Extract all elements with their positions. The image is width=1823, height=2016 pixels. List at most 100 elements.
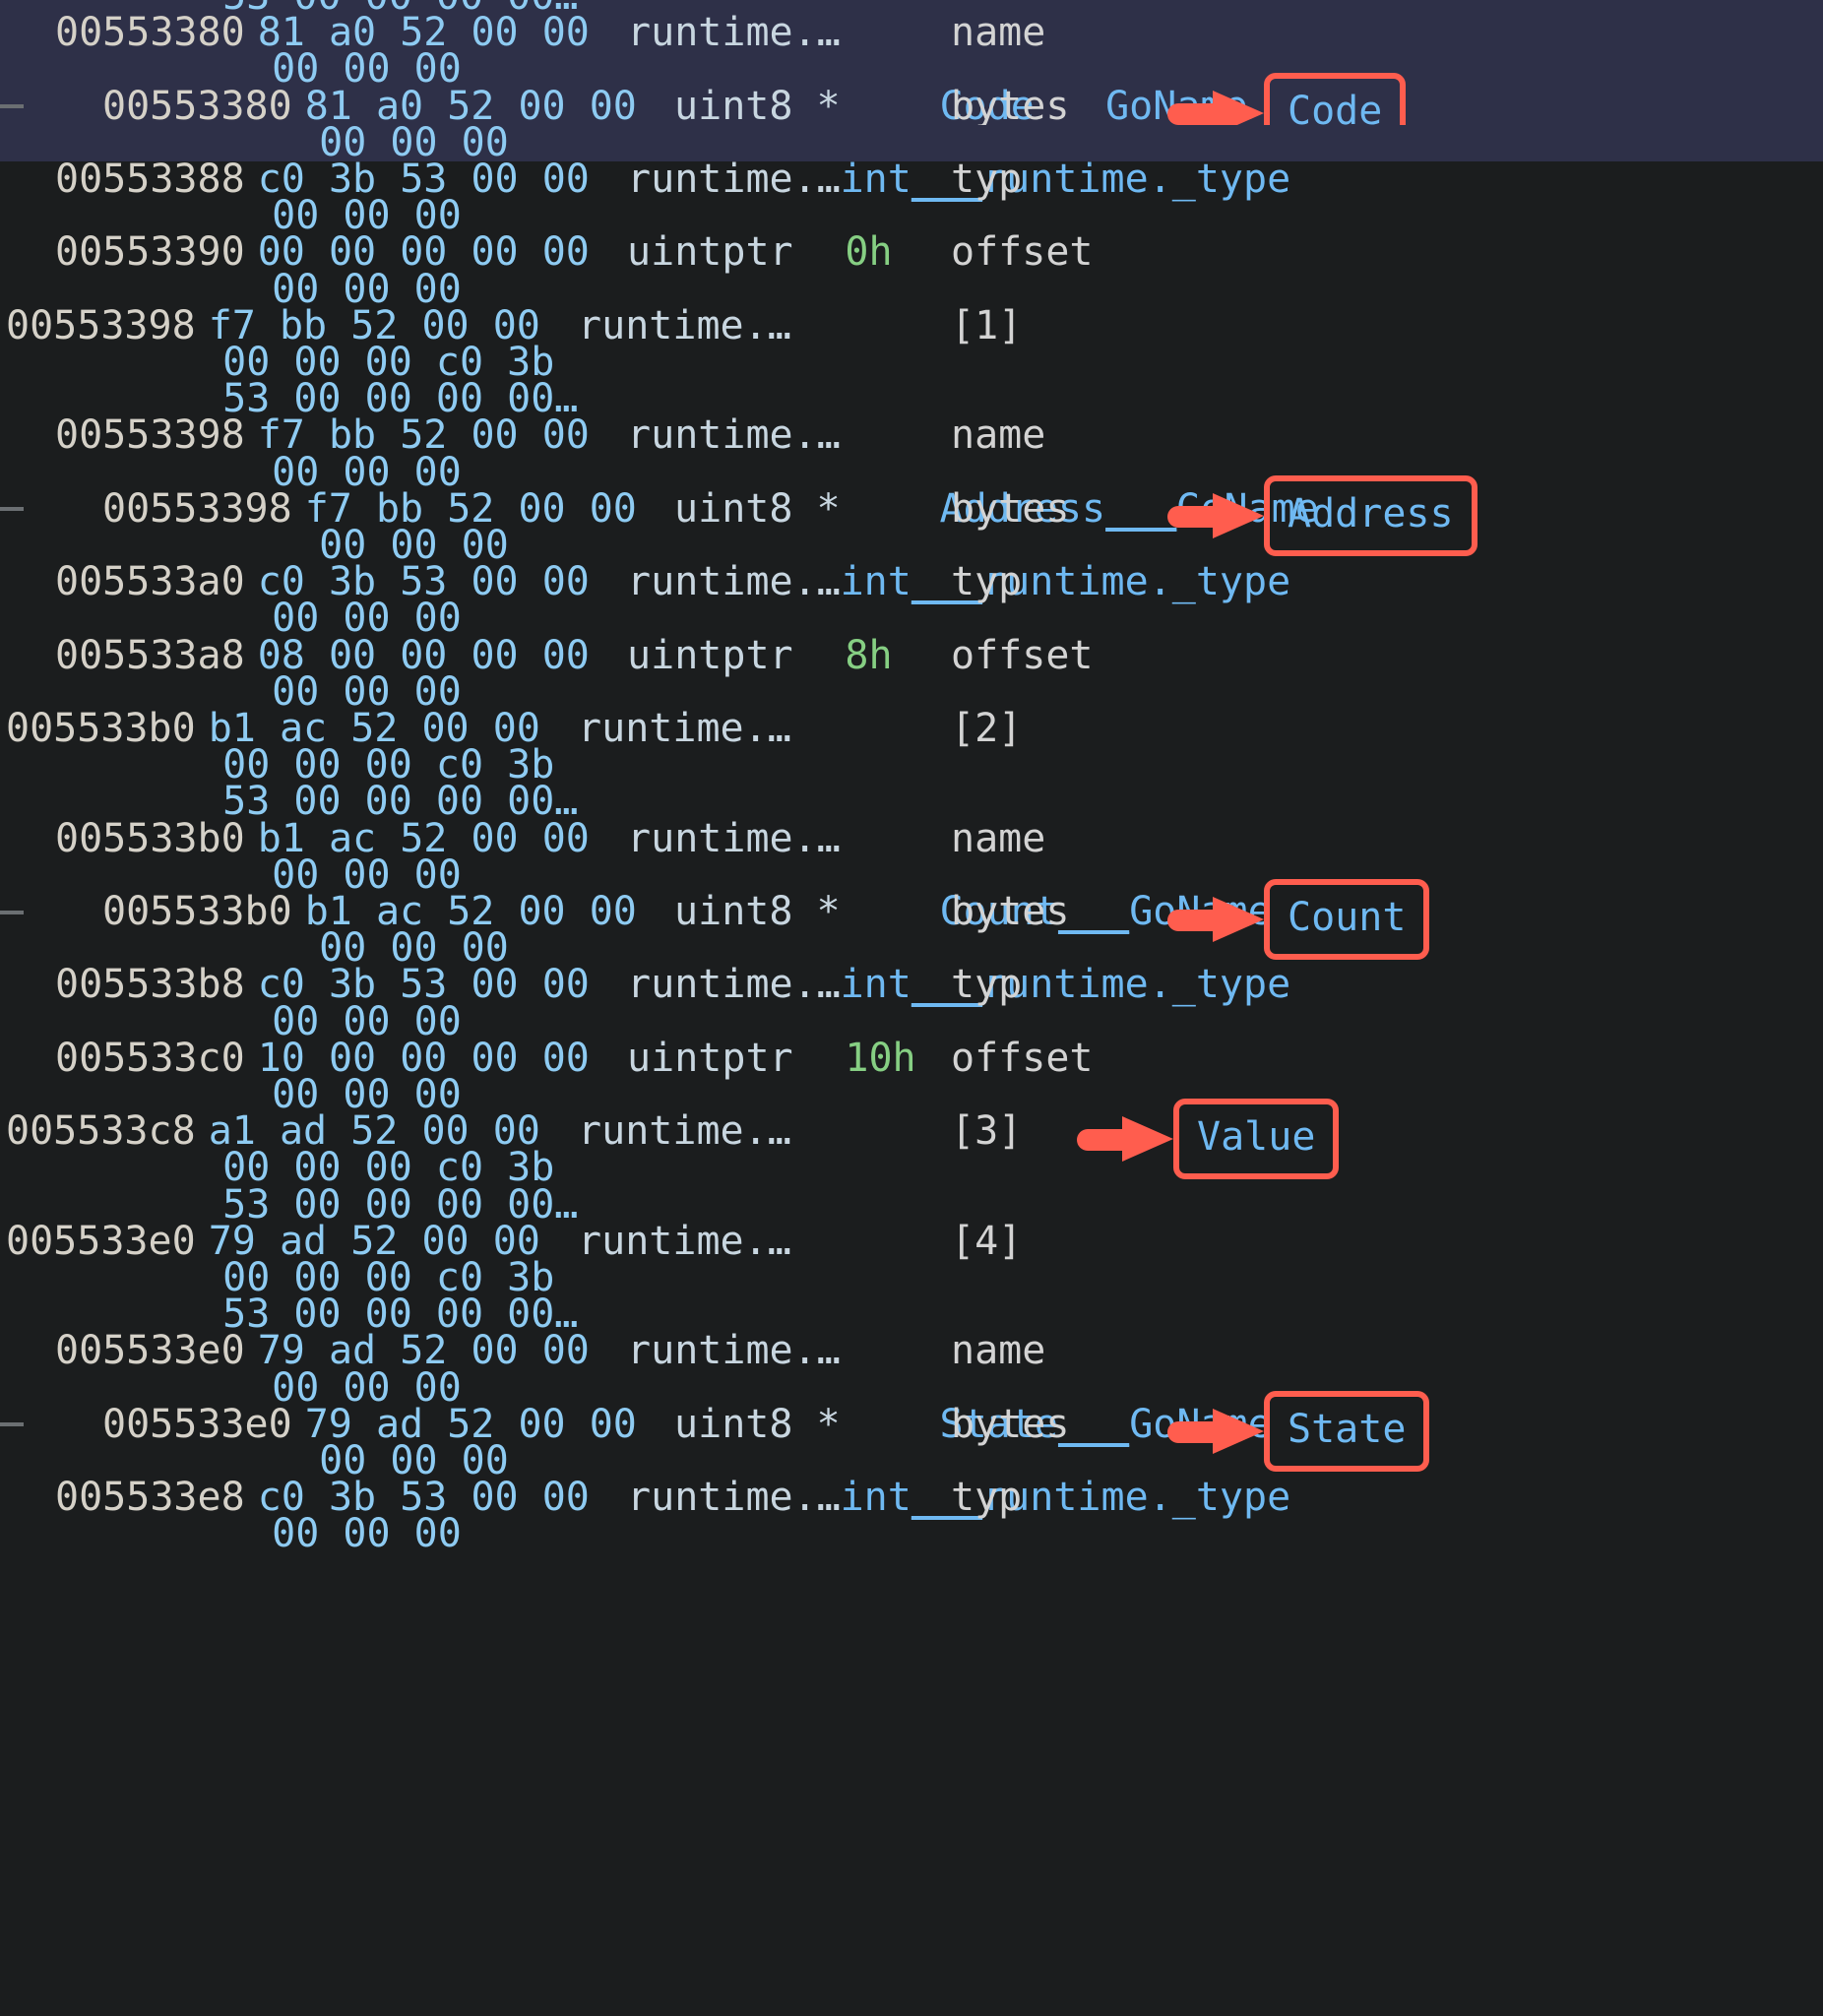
value-type: runtime.…	[627, 559, 841, 605]
field-label: typ	[951, 157, 1023, 202]
memory-address: 00553380	[102, 83, 292, 129]
field-link-type: runtime._type	[982, 157, 1291, 202]
field-label: [4]	[951, 1218, 1023, 1264]
memory-row[interactable]: 00553398 f7 bb 52 00 00 runtime.… name	[0, 412, 1823, 459]
value-type: uintptr	[627, 632, 793, 678]
hex-bytes: 79 ad 52 00 00	[257, 1328, 590, 1374]
value-type: uint8 *	[674, 485, 841, 532]
field-label: offset	[951, 1035, 1094, 1081]
memory-address: 00553398	[6, 302, 196, 348]
field-link-name: int	[840, 559, 912, 605]
value-type: runtime.…	[578, 302, 791, 348]
field-label: [3]	[951, 1108, 1023, 1155]
hex-bytes: 53 00 00 00 00…	[222, 779, 579, 825]
memory-row[interactable]: 00 00 00	[0, 1511, 1823, 1557]
memory-address: 005533e0	[55, 1328, 245, 1374]
field-label: bytes	[951, 485, 1070, 532]
field-label: typ	[951, 962, 1023, 1008]
memory-address: 005533b0	[55, 815, 245, 861]
value-type: runtime.…	[578, 1218, 791, 1264]
memory-row[interactable]: 005533e0 79 ad 52 00 00 runtime.… name	[0, 1328, 1823, 1374]
value-type: uint8 *	[674, 889, 841, 934]
memory-row[interactable]: 00 00 00	[0, 46, 1823, 93]
field-label: name	[951, 412, 1046, 459]
hex-bytes: 00 00 00 00 00	[257, 229, 590, 276]
tree-collapse-dash[interactable]	[0, 910, 24, 914]
memory-address: 005533e8	[55, 1475, 245, 1521]
memory-address: 005533a0	[55, 559, 245, 605]
field-label: offset	[951, 229, 1094, 276]
hex-bytes: c0 3b 53 00 00	[257, 962, 590, 1008]
value-type: uint8 *	[674, 1401, 841, 1447]
memory-address: 00553398	[55, 412, 245, 459]
field-link-separator: ___	[1105, 485, 1177, 532]
memory-address: 00553398	[102, 485, 292, 532]
memory-address: 00553388	[55, 157, 245, 202]
field-label: [1]	[951, 302, 1023, 348]
memory-row[interactable]: 005533e079 ad 52 00 00uint8 *State___GoN…	[0, 1391, 1823, 1473]
tree-collapse-dash[interactable]	[0, 104, 24, 109]
field-link[interactable]: int___runtime._type	[841, 1478, 1291, 1517]
value-type: runtime.…	[627, 1328, 841, 1374]
field-label: bytes	[951, 1401, 1070, 1447]
value-type: uintptr	[627, 1035, 793, 1081]
hex-bytes: 00 00 00 c0 3b	[222, 1145, 555, 1191]
field-link[interactable]: int___runtime._type	[841, 562, 1291, 601]
value-type: uintptr	[627, 229, 793, 276]
memory-row[interactable]: 53 00 00 00 00…	[0, 779, 1823, 825]
hex-bytes: 00 00 00	[272, 596, 462, 642]
memory-address: 00553390	[55, 229, 245, 276]
numeric-value: 0h	[845, 229, 893, 276]
field-link-name: int	[840, 962, 912, 1008]
hex-bytes: 00 00 00	[272, 46, 462, 93]
field-label: bytes	[951, 889, 1070, 934]
field-link-name: int	[840, 157, 912, 202]
memory-row[interactable]: 0055338081 a0 52 00 00uint8 *Code___GoNa…	[0, 73, 1823, 155]
field-label: typ	[951, 559, 1023, 605]
memory-row[interactable]: 00 00 00	[0, 596, 1823, 642]
tree-collapse-dash[interactable]	[0, 1422, 24, 1427]
memory-row[interactable]: 00 00 00 c0 3b	[0, 1145, 1823, 1191]
value-type: runtime.…	[627, 962, 841, 1008]
value-type: runtime.…	[578, 1108, 791, 1155]
memory-row[interactable]: 00553390 00 00 00 00 00 uintptr 0h offset	[0, 229, 1823, 276]
memory-inspector-view[interactable]: 53 00 00 00 00…0055338081 a0 52 00 00run…	[0, 0, 1823, 2016]
memory-address: 005533c0	[55, 1035, 245, 1081]
memory-address: 005533b0	[6, 706, 196, 751]
field-link[interactable]: int___runtime._type	[841, 159, 1291, 199]
numeric-value: 8h	[845, 632, 893, 678]
field-label: name	[951, 815, 1046, 861]
hex-bytes: f7 bb 52 00 00	[257, 412, 590, 459]
memory-address: 005533a8	[55, 632, 245, 678]
value-type: runtime.…	[627, 412, 841, 459]
memory-address: 005533b8	[55, 962, 245, 1008]
memory-row[interactable]: 005533b0b1 ac 52 00 00uint8 *Count___GoN…	[0, 878, 1823, 960]
field-link-type: runtime._type	[982, 559, 1291, 605]
memory-address: 005533e0	[6, 1218, 196, 1264]
value-type: runtime.…	[627, 1475, 841, 1521]
value-type: runtime.…	[578, 706, 791, 751]
memory-row[interactable]: 005533b8 c0 3b 53 00 00 runtime.… int___run…	[0, 962, 1823, 1008]
hex-bytes: 00 00 00	[272, 1511, 462, 1557]
field-link-type: runtime._type	[982, 1475, 1291, 1521]
memory-address: 005533b0	[102, 889, 292, 934]
memory-address: 00553380	[55, 10, 245, 56]
field-label: [2]	[951, 706, 1023, 751]
field-label: name	[951, 10, 1046, 56]
field-link-name: int	[840, 1475, 912, 1521]
value-type: runtime.…	[627, 815, 841, 861]
tree-collapse-dash[interactable]	[0, 507, 24, 512]
value-type: uint8 *	[674, 83, 841, 129]
memory-row[interactable]: 00553398 f7 bb 52 00 00 uint8 * Address___G…	[0, 475, 1823, 557]
value-type: runtime.…	[627, 157, 841, 202]
field-link-type: runtime._type	[982, 962, 1291, 1008]
numeric-value: 10h	[845, 1035, 916, 1081]
field-label: bytes	[951, 83, 1070, 129]
field-link[interactable]: int___runtime._type	[841, 965, 1291, 1004]
field-label: name	[951, 1328, 1046, 1374]
value-type: runtime.…	[627, 10, 841, 56]
memory-address: 005533e0	[102, 1401, 292, 1447]
field-label: offset	[951, 632, 1094, 678]
field-label: typ	[951, 1475, 1023, 1521]
memory-address: 005533c8	[6, 1108, 196, 1155]
